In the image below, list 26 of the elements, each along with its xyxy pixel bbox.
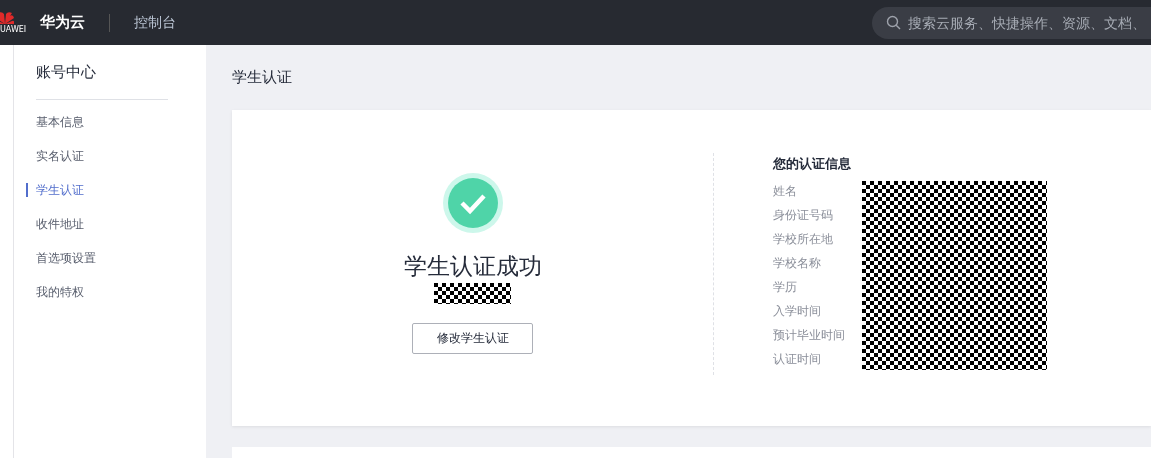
field-label: 认证时间 (773, 351, 822, 368)
sidebar-item[interactable]: 收件地址 (26, 214, 84, 248)
console-link[interactable]: 控制台 (134, 13, 176, 32)
logo-text: UAWEI (0, 25, 27, 34)
field-label: 预计毕业时间 (773, 327, 846, 344)
sidebar-item[interactable]: 学生认证 (26, 183, 84, 197)
search-icon (886, 15, 901, 30)
info-heading: 您的认证信息 (773, 155, 852, 173)
brand-link[interactable]: 华为云 (40, 13, 85, 32)
success-title: 学生认证成功 (403, 252, 542, 281)
sidebar-item[interactable]: 基本信息 (26, 112, 84, 146)
edit-verification-button[interactable]: 修改学生认证 (412, 323, 533, 354)
sidebar-item[interactable]: 我的特权 (26, 282, 84, 316)
field-label: 学校名称 (773, 255, 822, 272)
sidebar-item[interactable]: 实名认证 (26, 146, 84, 180)
field-label: 学历 (773, 279, 798, 296)
page-title: 学生认证 (232, 67, 293, 87)
field-label: 学校所在地 (773, 231, 834, 248)
field-label: 入学时间 (773, 303, 822, 320)
field-label: 姓名 (773, 183, 798, 200)
sidebar-item[interactable]: 首选项设置 (26, 248, 96, 282)
petal-logo-icon (0, 11, 14, 24)
sidebar-title: 账号中心 (36, 62, 97, 82)
search-field[interactable]: 搜索云服务、快捷操作、资源、文档、 (872, 6, 1151, 39)
check-circle-icon (442, 173, 503, 233)
field-label: 身份证号码 (773, 207, 834, 224)
